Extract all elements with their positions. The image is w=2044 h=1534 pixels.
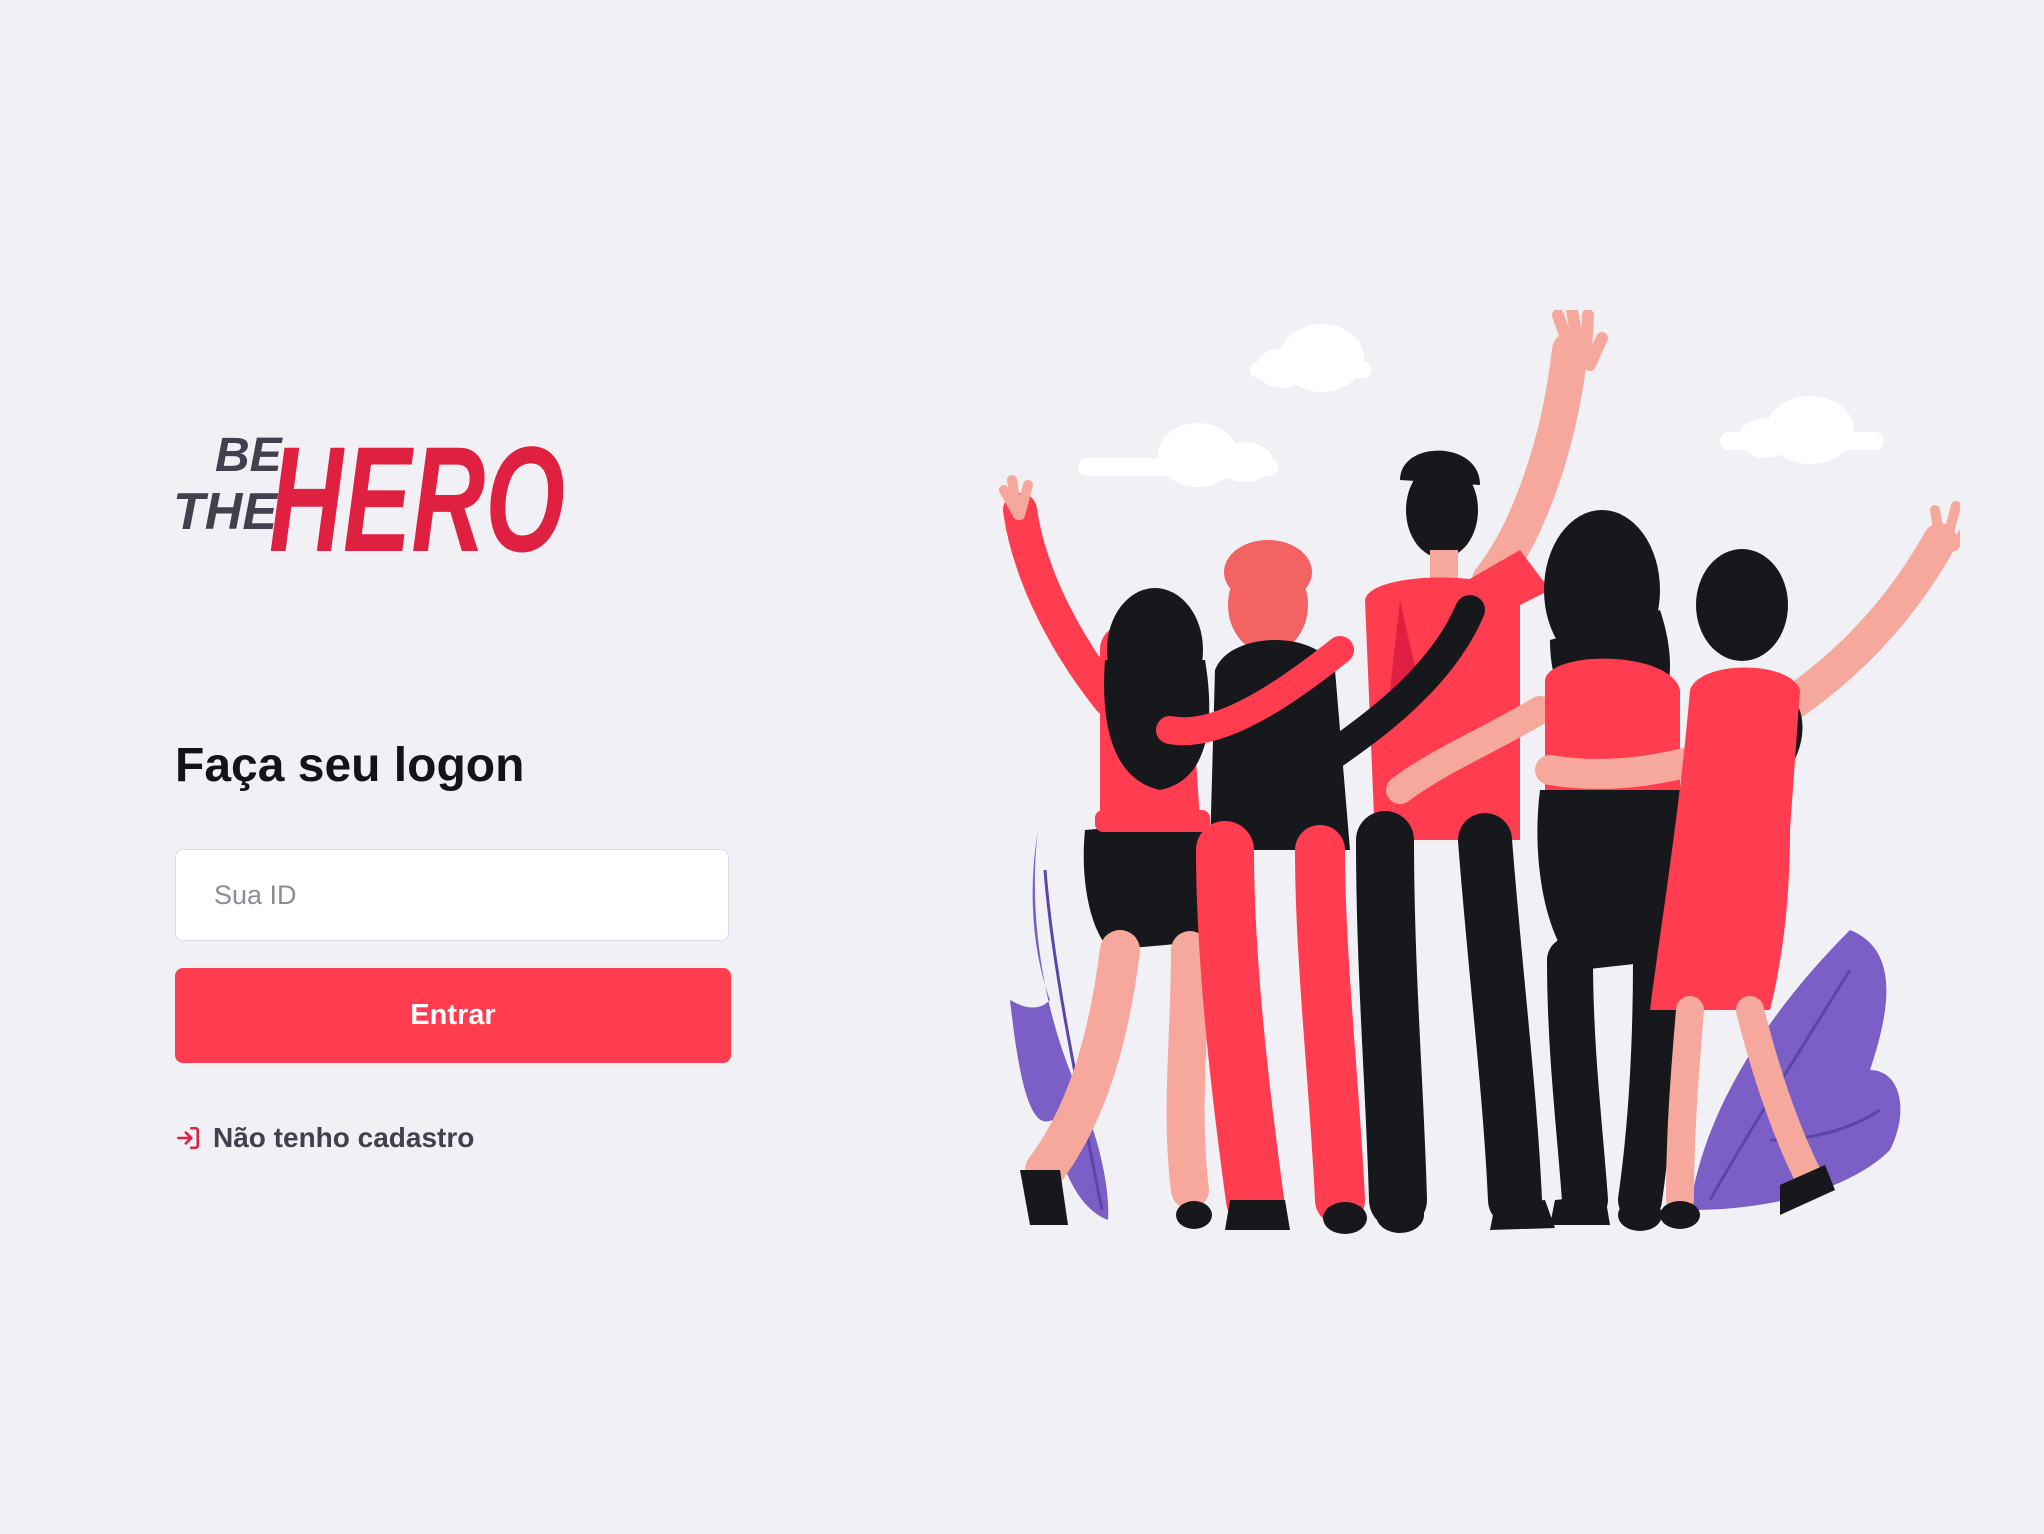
login-button[interactable]: Entrar (175, 968, 731, 1063)
cloud (1250, 324, 1372, 392)
cloud (1078, 423, 1278, 487)
log-in-icon (176, 1126, 200, 1150)
id-input[interactable] (175, 849, 729, 941)
logo-hero-text: HERO (269, 415, 565, 578)
logo-the-text: THE (173, 483, 278, 541)
cloud (1720, 396, 1884, 464)
page-title: Faça seu logon (175, 739, 525, 792)
clouds (1078, 324, 1884, 487)
people-group-illustration (999, 310, 1960, 1234)
logo-graphic: BE THE HERO (173, 415, 565, 583)
register-link-label: Não tenho cadastro (213, 1122, 475, 1153)
register-link[interactable]: Não tenho cadastro (175, 1122, 474, 1154)
be-the-hero-logo: BE THE HERO (173, 403, 573, 583)
